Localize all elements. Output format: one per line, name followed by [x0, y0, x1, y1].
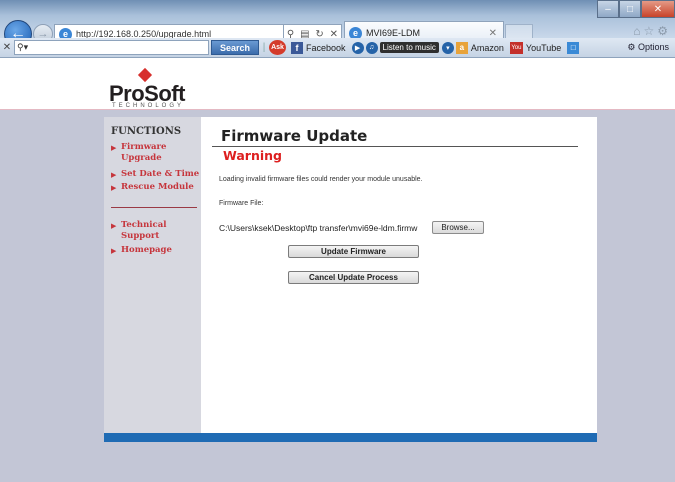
- sidebar-item-label: Set Date & Time: [121, 169, 200, 179]
- home-icon[interactable]: ⌂: [633, 24, 643, 38]
- toolbar-search-input[interactable]: ⚲▾: [14, 40, 209, 55]
- music-dropdown-icon[interactable]: ▾: [441, 41, 454, 54]
- firmware-file-label: Firmware File:: [219, 200, 264, 207]
- update-firmware-button[interactable]: Update Firmware: [288, 245, 419, 258]
- settings-gear-icon[interactable]: ⚙: [657, 24, 671, 38]
- amazon-icon[interactable]: a: [455, 41, 468, 54]
- toolbar-options[interactable]: ⚙ Options: [627, 42, 669, 53]
- toolbar-close-icon[interactable]: ✕: [0, 42, 14, 53]
- close-button[interactable]: ✕: [641, 0, 675, 18]
- footer-bar: [104, 433, 597, 442]
- prosoft-logo: ProSoft TECHNOLOGY: [109, 67, 204, 110]
- tab-title: MVI69E-LDM: [366, 28, 421, 38]
- sidebar-item-label: Technical Support: [121, 220, 167, 241]
- bullet-arrow-icon: ▶: [111, 143, 117, 152]
- browser-icons: ⌂☆⚙: [633, 24, 671, 38]
- title-divider: [212, 146, 578, 147]
- sidebar-item-label: Homepage: [121, 245, 172, 255]
- sidebar-item-homepage[interactable]: ▶ Homepage: [111, 245, 172, 257]
- logo-diamond-icon: [137, 67, 153, 83]
- bookmark-icon[interactable]: □: [567, 41, 580, 54]
- sidebar-item-rescue-module[interactable]: ▶ Rescue Module: [111, 182, 194, 194]
- sidebar-item-set-date-time[interactable]: ▶ Set Date & Time: [111, 169, 199, 181]
- volume-icon[interactable]: ♫: [365, 41, 378, 54]
- tab-close-icon[interactable]: ✕: [489, 28, 497, 39]
- toolbar-search-button[interactable]: Search: [211, 40, 259, 55]
- maximize-button[interactable]: □: [619, 0, 641, 18]
- options-label: Options: [637, 42, 669, 52]
- youtube-link[interactable]: YouTube: [526, 43, 561, 53]
- bullet-arrow-icon: ▶: [111, 170, 117, 179]
- amazon-link[interactable]: Amazon: [471, 43, 504, 53]
- bullet-arrow-icon: ▶: [111, 221, 117, 230]
- listen-to-music-button[interactable]: Listen to music: [379, 42, 439, 53]
- youtube-icon[interactable]: You: [509, 41, 523, 54]
- warning-heading: Warning: [223, 148, 282, 163]
- bullet-arrow-icon: ▶: [111, 246, 117, 255]
- sidebar-item-technical-support[interactable]: ▶ Technical Support: [111, 220, 185, 242]
- minimize-button[interactable]: –: [597, 0, 619, 18]
- page-title: Firmware Update: [221, 127, 368, 145]
- sidebar-item-firmware-upgrade[interactable]: ▶ Firmware Upgrade: [111, 142, 185, 164]
- window-controls: – □ ✕: [597, 0, 675, 18]
- facebook-icon[interactable]: f: [291, 41, 303, 54]
- functions-sidebar: FUNCTIONS ▶ Firmware Upgrade ▶ Set Date & …: [104, 117, 201, 433]
- sidebar-item-label: Rescue Module: [121, 182, 194, 192]
- bullet-arrow-icon: ▶: [111, 183, 117, 192]
- page-header: [0, 59, 675, 109]
- cancel-update-button[interactable]: Cancel Update Process: [288, 271, 419, 284]
- warning-message: Loading invalid firmware files could ren…: [219, 176, 423, 183]
- browse-button[interactable]: Browse...: [432, 221, 484, 234]
- firmware-file-input[interactable]: C:\Users\ksek\Desktop\ftp transfer\mvi69…: [219, 223, 431, 233]
- magnifier-icon: ⚲▾: [17, 42, 29, 52]
- browser-toolbar: ✕ ⚲▾ Search | Ask f Facebook ▶ ♫ Listen …: [0, 38, 675, 58]
- ask-logo-icon[interactable]: Ask: [269, 40, 286, 55]
- facebook-link[interactable]: Facebook: [306, 43, 346, 53]
- sidebar-divider: [111, 207, 197, 208]
- title-bar: – □ ✕ ← → e http://192.168.0.250/upgrade…: [0, 0, 675, 48]
- play-icon[interactable]: ▶: [351, 41, 364, 54]
- sidebar-item-label: Firmware Upgrade: [121, 142, 167, 163]
- toolbar-separator: |: [262, 42, 266, 53]
- favorites-star-icon[interactable]: ☆: [643, 24, 657, 38]
- sidebar-heading: FUNCTIONS: [111, 126, 182, 137]
- browser-window: – □ ✕ ← → e http://192.168.0.250/upgrade…: [0, 0, 675, 482]
